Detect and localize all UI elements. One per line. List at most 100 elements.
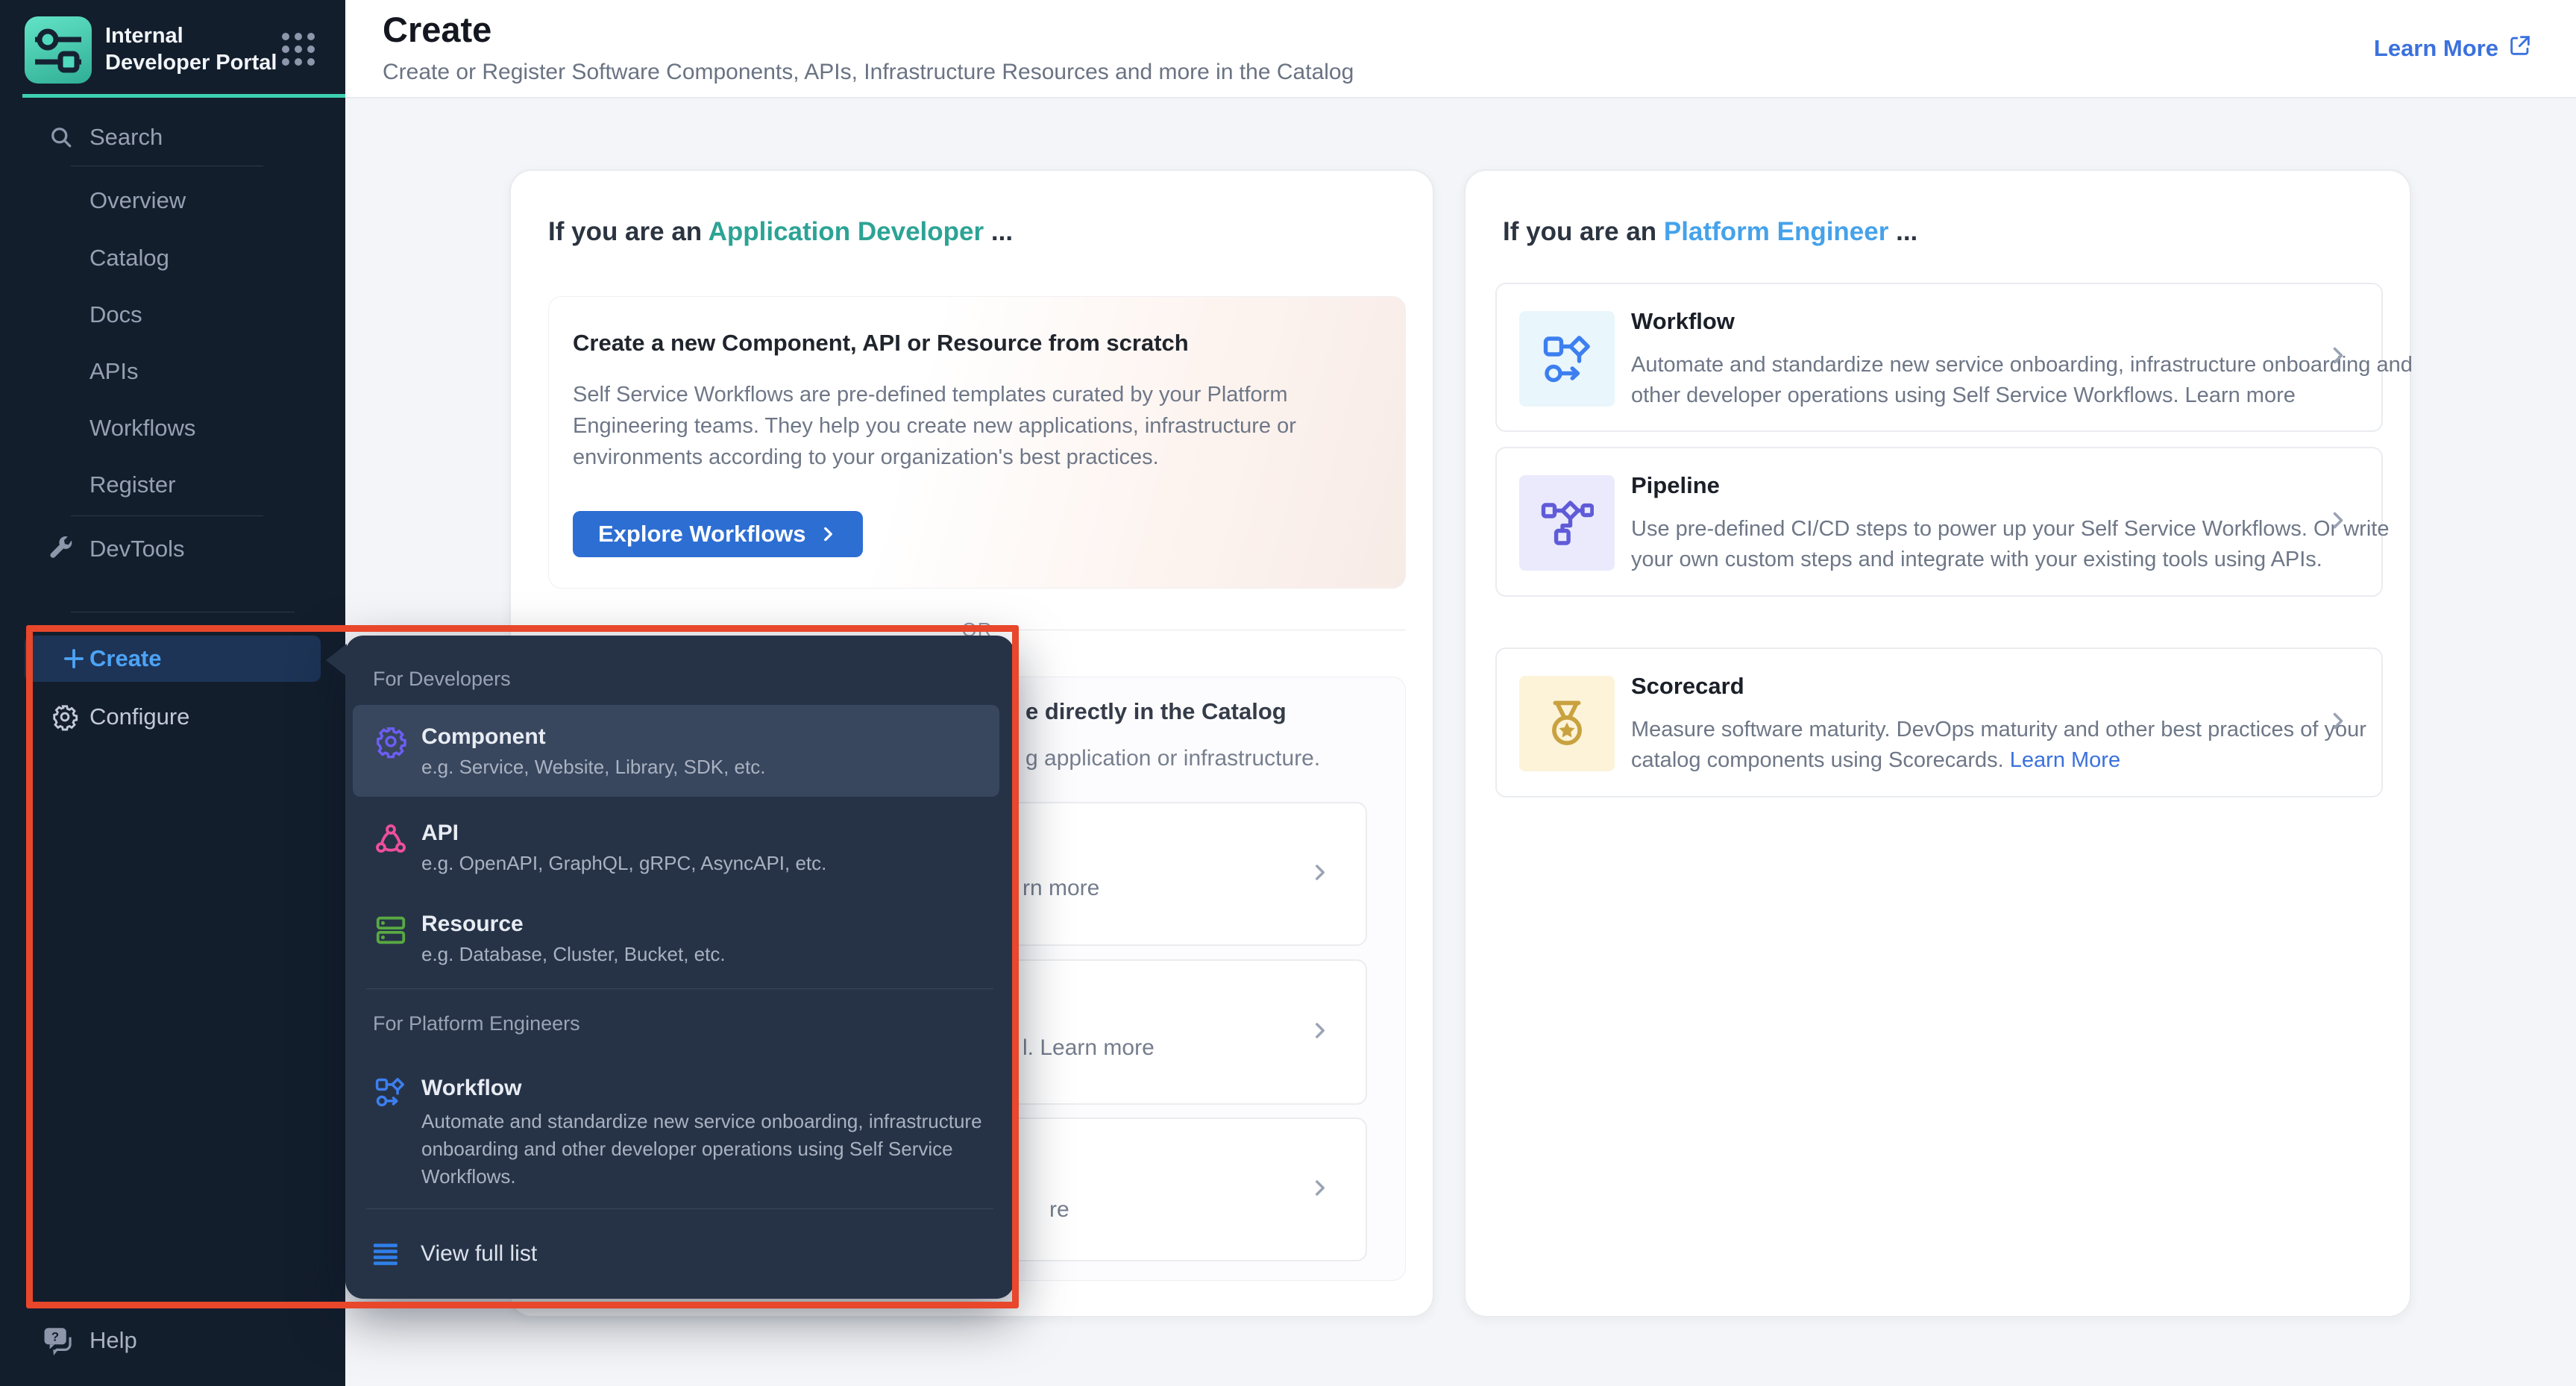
pipeline-icon — [1519, 475, 1615, 571]
external-link-icon — [2507, 33, 2533, 64]
row-title: Scorecard — [1631, 673, 1744, 700]
row-title: Pipeline — [1631, 472, 1720, 499]
page-title: Create — [383, 9, 491, 50]
sidebar: Internal Developer Portal Search Overvie… — [0, 0, 345, 1386]
sidebar-item-catalog[interactable]: Catalog — [0, 236, 345, 280]
plus-icon — [60, 645, 88, 673]
row-description-text: Measure software maturity. DevOps maturi… — [1631, 718, 2366, 772]
learn-more-link[interactable]: Learn More — [2374, 33, 2533, 64]
for-developers-section-label: For Developers — [373, 668, 511, 691]
popup-item-title: Resource — [421, 912, 524, 937]
popup-item-title: Workflow — [421, 1076, 521, 1101]
sidebar-item-workflows[interactable]: Workflows — [0, 407, 345, 450]
create-popup-menu: For Developers Component e.g. Service, W… — [345, 636, 1014, 1299]
api-icon — [374, 822, 408, 860]
page-subtitle: Create or Register Software Components, … — [383, 60, 1354, 85]
sidebar-item-overview[interactable]: Overview — [0, 179, 345, 222]
pipeline-row[interactable]: Pipeline Use pre-defined CI/CD steps to … — [1495, 447, 2383, 597]
workflow-row[interactable]: Workflow Automate and standardize new se… — [1495, 283, 2383, 432]
sidebar-item-label: Search — [89, 124, 163, 151]
scorecard-row[interactable]: Scorecard Measure software maturity. Dev… — [1495, 647, 2383, 797]
dev-card-title: If you are an Application Developer ... — [548, 217, 1013, 247]
chevron-right-icon — [1307, 1175, 1333, 1204]
gear-icon — [51, 703, 79, 731]
title-prefix: If you are an — [548, 217, 702, 246]
chevron-right-icon — [1307, 859, 1333, 888]
sidebar-divider — [71, 515, 263, 516]
catalog-heading-fragment: e directly in the Catalog — [1025, 698, 1287, 725]
sidebar-item-devtools[interactable]: DevTools — [0, 527, 345, 571]
popup-item-api[interactable]: API e.g. OpenAPI, GraphQL, gRPC, AsyncAP… — [353, 815, 999, 888]
chevron-right-icon — [2325, 507, 2352, 537]
sidebar-item-label: Workflows — [89, 415, 195, 442]
pe-card-title: If you are an Platform Engineer ... — [1503, 217, 1917, 247]
sidebar-item-create-selected[interactable]: Create — [25, 636, 321, 682]
sidebar-item-configure[interactable]: Configure — [0, 695, 345, 739]
popup-item-title: API — [421, 821, 459, 846]
sidebar-item-label: Create — [89, 645, 162, 672]
sidebar-item-search[interactable]: Search — [0, 116, 345, 159]
workflow-icon — [1519, 311, 1615, 407]
popup-item-title: Component — [421, 724, 546, 750]
app-switcher-icon[interactable] — [282, 33, 315, 66]
sidebar-item-register[interactable]: Register — [0, 463, 345, 507]
row-description: Automate and standardize new service onb… — [1631, 350, 2414, 411]
popup-arrow — [326, 644, 347, 677]
for-platform-engineers-section-label: For Platform Engineers — [373, 1012, 580, 1035]
learn-more-label: Learn More — [2374, 35, 2498, 62]
sidebar-item-label: DevTools — [89, 536, 185, 562]
workflow-icon — [374, 1076, 406, 1112]
sidebar-item-label: Register — [89, 471, 175, 498]
row-title: Workflow — [1631, 308, 1735, 335]
create-from-scratch-panel: Create a new Component, API or Resource … — [548, 296, 1406, 589]
sidebar-item-label: Configure — [89, 703, 189, 730]
app-logo-icon — [25, 16, 92, 84]
internal-developer-portal-app: Internal Developer Portal Search Overvie… — [0, 0, 2576, 1386]
view-full-list-item[interactable]: View full list — [373, 1230, 984, 1278]
help-chat-icon: ? — [42, 1324, 76, 1357]
search-icon — [48, 124, 75, 151]
learn-more-link[interactable]: Learn More — [2010, 748, 2120, 772]
row-description: Measure software maturity. DevOps maturi… — [1631, 715, 2414, 776]
view-full-list-label: View full list — [421, 1241, 537, 1267]
sidebar-item-apis[interactable]: APIs — [0, 350, 345, 393]
component-gear-icon — [374, 724, 408, 762]
popup-item-component[interactable]: Component e.g. Service, Website, Library… — [353, 705, 999, 797]
chevron-right-icon — [2325, 342, 2352, 373]
row-description: Use pre-defined CI/CD steps to power up … — [1631, 514, 2414, 575]
popup-item-description: e.g. Service, Website, Library, SDK, etc… — [421, 756, 765, 779]
sidebar-item-docs[interactable]: Docs — [0, 293, 345, 336]
scratch-heading: Create a new Component, API or Resource … — [573, 330, 1189, 357]
sidebar-item-help[interactable]: ? Help — [0, 1319, 345, 1362]
scratch-description: Self Service Workflows are pre-defined t… — [573, 379, 1386, 473]
popup-workflow-description: Automate and standardize new service onb… — [421, 1108, 1022, 1191]
list-icon — [373, 1242, 400, 1266]
explore-workflows-label: Explore Workflows — [598, 521, 806, 548]
chevron-right-icon — [818, 524, 838, 544]
resource-icon — [374, 913, 408, 951]
wrench-icon — [48, 536, 75, 562]
row-description-text: Use pre-defined CI/CD steps to power up … — [1631, 517, 2389, 571]
popup-item-resource[interactable]: Resource e.g. Database, Cluster, Bucket,… — [353, 906, 999, 979]
title-role: Application Developer — [709, 217, 984, 246]
title-ellipsis: ... — [991, 217, 1013, 246]
catalog-row-text-fragment: rn more — [1022, 876, 1099, 901]
sidebar-item-label: APIs — [89, 358, 138, 385]
explore-workflows-button[interactable]: Explore Workflows — [573, 511, 863, 557]
sidebar-item-label: Overview — [89, 187, 186, 214]
row-description-text: Automate and standardize new service onb… — [1631, 353, 2413, 407]
scorecard-icon — [1519, 676, 1615, 771]
title-prefix: If you are an — [1503, 217, 1656, 246]
catalog-row-text-fragment: re — [1049, 1197, 1069, 1223]
title-role: Platform Engineer — [1664, 217, 1888, 246]
catalog-row-text-fragment: l. Learn more — [1022, 1035, 1155, 1061]
app-logo-row[interactable]: Internal Developer Portal — [25, 16, 292, 84]
sidebar-item-label: Docs — [89, 301, 142, 328]
svg-text:?: ? — [51, 1330, 59, 1344]
chevron-right-icon — [1307, 1017, 1333, 1047]
popup-item-description: e.g. Database, Cluster, Bucket, etc. — [421, 943, 726, 966]
title-ellipsis: ... — [1896, 217, 1917, 246]
sidebar-accent-divider — [22, 94, 345, 98]
app-title: Internal Developer Portal — [105, 22, 292, 84]
sidebar-item-label: Help — [89, 1327, 137, 1354]
